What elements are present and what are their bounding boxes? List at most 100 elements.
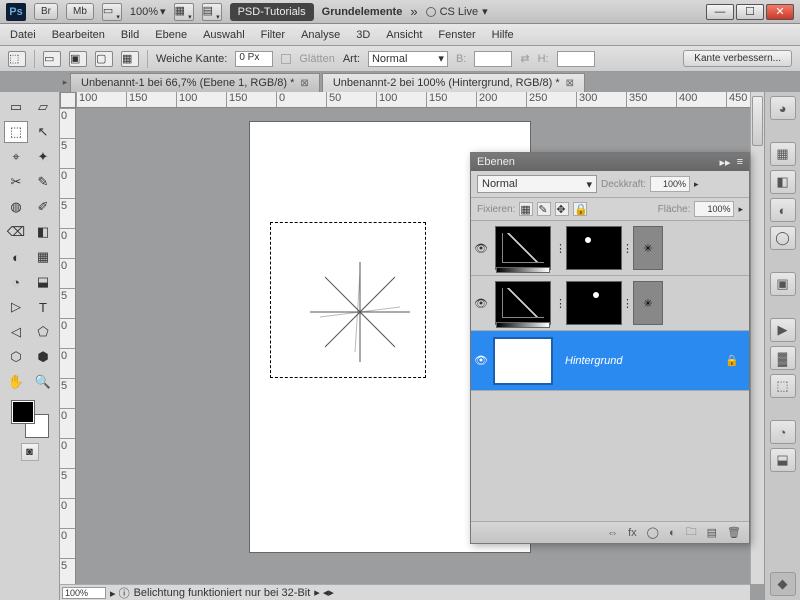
layer-thumb[interactable]	[495, 339, 551, 383]
layer-row[interactable]: 👁 ⋮ ⋮ ✳︎	[471, 276, 749, 331]
close-button[interactable]: ✕	[766, 4, 794, 20]
refine-edge-button[interactable]: Kante verbessern...	[683, 50, 792, 67]
clone-panel-icon[interactable]: ⬚	[770, 374, 796, 398]
minimize-button[interactable]: —	[706, 4, 734, 20]
styles-panel-icon[interactable]: ◧	[770, 170, 796, 194]
tool-5[interactable]: ✦	[31, 146, 55, 168]
lock-all-icon[interactable]: 🔒	[573, 202, 587, 216]
lock-transparent-icon[interactable]: ▦	[519, 202, 533, 216]
lock-position-icon[interactable]: ✥	[555, 202, 569, 216]
tool-10[interactable]: ⌫	[4, 221, 28, 243]
style-select[interactable]: Normal▾	[368, 51, 448, 67]
adjustment-layer-icon[interactable]: ◐	[669, 527, 676, 539]
tool-3[interactable]: ↖	[31, 121, 55, 143]
workspace-psd-tutorials[interactable]: PSD-Tutorials	[230, 3, 314, 21]
scrollbar-vertical[interactable]	[750, 92, 764, 584]
color-swatches[interactable]	[12, 401, 48, 437]
layer-mask-thumb[interactable]	[566, 281, 622, 325]
brushes-panel-icon[interactable]: ▓	[770, 346, 796, 370]
adjustments-panel-icon[interactable]: ◐	[770, 198, 796, 222]
tool-preset-icon[interactable]: ⬚	[8, 51, 26, 67]
layer-row-background[interactable]: 👁 Hintergrund 🔒	[471, 331, 749, 391]
smart-filter-thumb[interactable]: ✳︎	[633, 226, 663, 270]
menu-3d[interactable]: 3D	[356, 29, 370, 41]
doc-tab-2[interactable]: Unbenannt-2 bei 100% (Hintergrund, RGB/8…	[322, 73, 585, 92]
menu-auswahl[interactable]: Auswahl	[203, 29, 245, 41]
tool-1[interactable]: ▱	[31, 96, 55, 118]
menu-ebene[interactable]: Ebene	[155, 29, 187, 41]
close-icon[interactable]: ⊠	[300, 78, 308, 89]
tool-12[interactable]: ◐	[4, 246, 28, 268]
marquee-sub-icon[interactable]: ▢	[95, 51, 113, 67]
new-layer-icon[interactable]: ▤	[707, 526, 717, 539]
menu-fenster[interactable]: Fenster	[438, 29, 475, 41]
color-panel-icon[interactable]: ◕	[770, 96, 796, 120]
group-icon[interactable]: 🗀	[686, 523, 697, 542]
adjustment-thumb[interactable]	[495, 226, 551, 270]
visibility-icon[interactable]: 👁	[471, 354, 491, 367]
blend-mode-select[interactable]: Normal▾	[477, 175, 597, 193]
link-layers-icon[interactable]: ⇔	[607, 527, 618, 539]
tool-23[interactable]: 🔍	[31, 371, 55, 393]
tool-17[interactable]: T	[31, 296, 55, 318]
menu-datei[interactable]: Datei	[10, 29, 36, 41]
adjustment-thumb[interactable]	[495, 281, 551, 325]
expand-toolbar-icon[interactable]: ▸	[60, 72, 70, 92]
tool-6[interactable]: ✂	[4, 171, 28, 193]
menu-bild[interactable]: Bild	[121, 29, 139, 41]
link-icon[interactable]: ⋮	[622, 242, 633, 255]
lock-paint-icon[interactable]: ✎	[537, 202, 551, 216]
collapse-icon[interactable]: ▸▸	[720, 156, 731, 169]
tool-7[interactable]: ✎	[31, 171, 55, 193]
masks-panel-icon[interactable]: ◯	[770, 226, 796, 250]
workspace-grundelemente[interactable]: Grundelemente	[322, 6, 403, 18]
tool-15[interactable]: ⬓	[31, 271, 55, 293]
tool-13[interactable]: ▦	[31, 246, 55, 268]
swatches-panel-icon[interactable]: ▦	[770, 142, 796, 166]
smart-filter-thumb[interactable]: ✳︎	[633, 281, 663, 325]
menu-hilfe[interactable]: Hilfe	[492, 29, 514, 41]
feather-input[interactable]: 0 Px	[235, 51, 273, 67]
link-icon[interactable]: ⋮	[555, 297, 566, 310]
info-panel-icon[interactable]: ◔	[770, 420, 796, 444]
cslive-button[interactable]: CS Live ▾	[426, 5, 488, 18]
close-icon[interactable]: ⊠	[566, 78, 574, 89]
workspace-more-icon[interactable]: »	[410, 4, 417, 19]
visibility-icon[interactable]: 👁	[471, 242, 491, 255]
tool-2[interactable]: ⬚	[4, 121, 28, 143]
link-icon[interactable]: ⋮	[555, 242, 566, 255]
layer-fx-icon[interactable]: fx	[628, 527, 637, 539]
ruler-origin[interactable]	[60, 92, 76, 108]
arrange-dropdown[interactable]: ▦	[174, 3, 194, 21]
maximize-button[interactable]: ☐	[736, 4, 764, 20]
tool-19[interactable]: ⬠	[31, 321, 55, 343]
layer-row[interactable]: 👁 ⋮ ⋮ ✳︎	[471, 221, 749, 276]
menu-ansicht[interactable]: Ansicht	[386, 29, 422, 41]
fg-color-swatch[interactable]	[12, 401, 34, 423]
tool-0[interactable]: ▭	[4, 96, 28, 118]
tool-11[interactable]: ◧	[31, 221, 55, 243]
tool-8[interactable]: ◍	[4, 196, 28, 218]
marquee-rect-icon[interactable]: ▭	[43, 51, 61, 67]
screen-mode-dropdown[interactable]: ▭	[102, 3, 122, 21]
zoom-input[interactable]: 100%	[62, 587, 106, 599]
menu-bearbeiten[interactable]: Bearbeiten	[52, 29, 105, 41]
tool-16[interactable]: ▷	[4, 296, 28, 318]
tool-21[interactable]: ⬢	[31, 346, 55, 368]
menu-filter[interactable]: Filter	[261, 29, 285, 41]
doc-tab-1[interactable]: Unbenannt-1 bei 66,7% (Ebene 1, RGB/8) *…	[70, 73, 320, 92]
quickmask-button[interactable]: ◙	[21, 443, 39, 461]
tool-20[interactable]: ⬡	[4, 346, 28, 368]
tool-22[interactable]: ✋	[4, 371, 28, 393]
layer-mask-icon[interactable]: ◯	[647, 526, 659, 539]
tool-9[interactable]: ✐	[31, 196, 55, 218]
layers-panel-icon[interactable]: ◆	[770, 572, 796, 596]
zoom-dropdown[interactable]: 100% ▾	[130, 5, 166, 18]
layers-panel-titlebar[interactable]: Ebenen ▸▸≡	[471, 153, 749, 171]
tool-14[interactable]: ◔	[4, 271, 28, 293]
history-panel-icon[interactable]: ▣	[770, 272, 796, 296]
layer-mask-thumb[interactable]	[566, 226, 622, 270]
fill-input[interactable]: 100%	[694, 201, 734, 217]
opacity-input[interactable]: 100%	[650, 176, 690, 192]
tool-18[interactable]: ◁	[4, 321, 28, 343]
